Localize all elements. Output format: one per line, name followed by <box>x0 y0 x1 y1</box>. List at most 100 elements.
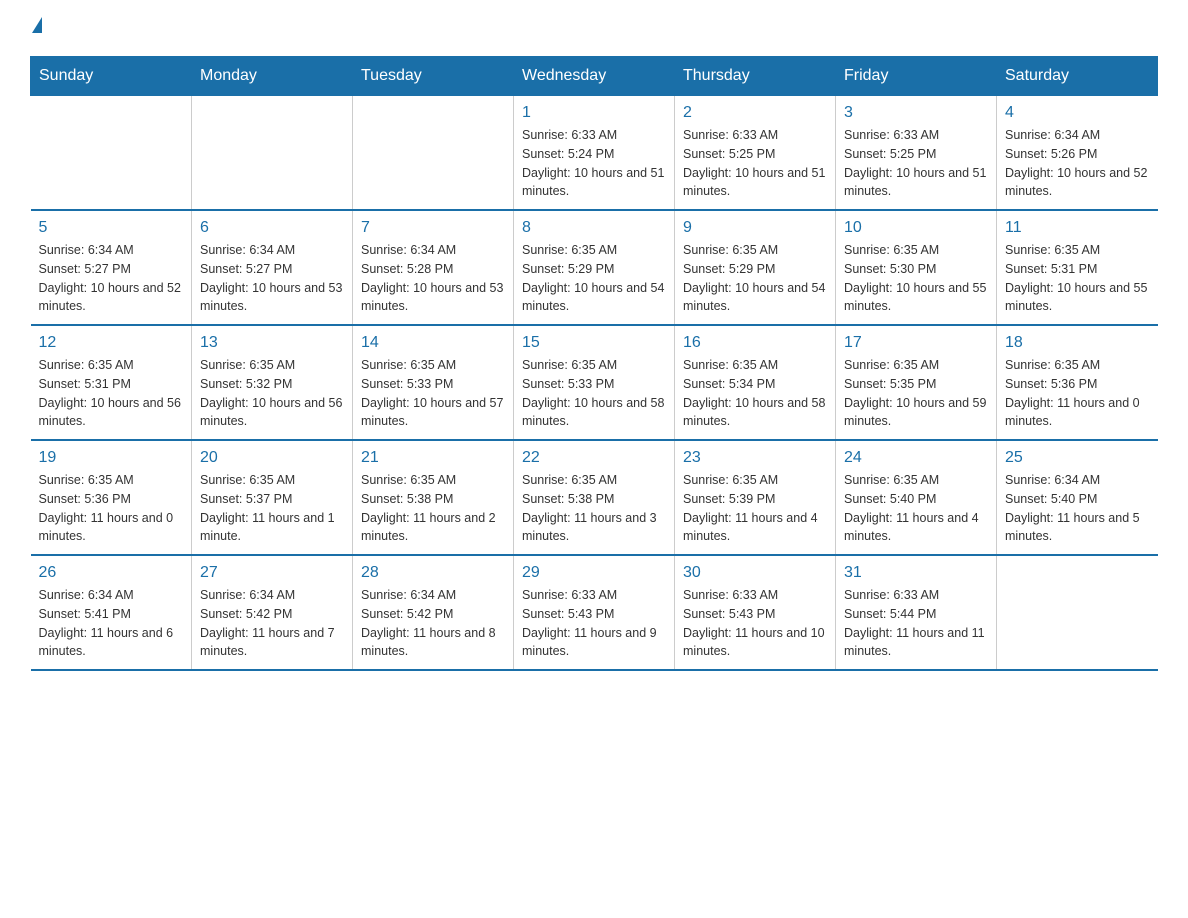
calendar-cell: 19 Sunrise: 6:35 AM Sunset: 5:36 PM Dayli… <box>31 440 192 555</box>
calendar-cell: 9Sunrise: 6:35 AM Sunset: 5:29 PM Daylig… <box>675 210 836 325</box>
day-number: 1 <box>522 104 666 122</box>
calendar-cell: 17 Sunrise: 6:35 AM Sunset: 5:35 PM Dayli… <box>836 325 997 440</box>
day-number: 19 <box>39 449 184 467</box>
day-number: 6 <box>200 219 344 237</box>
day-number: 11 <box>1005 219 1150 237</box>
day-info: Sunrise: 6:34 AM Sunset: 5:28 PM Dayligh… <box>361 241 505 316</box>
calendar-cell: 12Sunrise: 6:35 AM Sunset: 5:31 PM Dayli… <box>31 325 192 440</box>
calendar-cell: 5 Sunrise: 6:34 AM Sunset: 5:27 PM Daylig… <box>31 210 192 325</box>
calendar-cell: 21 Sunrise: 6:35 AM Sunset: 5:38 PM Dayli… <box>353 440 514 555</box>
day-number: 10 <box>844 219 988 237</box>
day-number: 31 <box>844 564 988 582</box>
day-number: 21 <box>361 449 505 467</box>
calendar-cell: 14 Sunrise: 6:35 AM Sunset: 5:33 PM Dayli… <box>353 325 514 440</box>
day-number: 27 <box>200 564 344 582</box>
logo <box>30 20 42 36</box>
day-info: Sunrise: 6:35 AM Sunset: 5:32 PM Dayligh… <box>200 356 344 431</box>
calendar-table: SundayMondayTuesdayWednesdayThursdayFrid… <box>30 56 1158 671</box>
calendar-cell: 3 Sunrise: 6:33 AM Sunset: 5:25 PM Daylig… <box>836 96 997 211</box>
calendar-cell: 11 Sunrise: 6:35 AM Sunset: 5:31 PM Dayli… <box>997 210 1158 325</box>
calendar-week-row: 12Sunrise: 6:35 AM Sunset: 5:31 PM Dayli… <box>31 325 1158 440</box>
calendar-cell: 8 Sunrise: 6:35 AM Sunset: 5:29 PM Daylig… <box>514 210 675 325</box>
day-info: Sunrise: 6:35 AM Sunset: 5:36 PM Dayligh… <box>39 471 184 546</box>
day-number: 13 <box>200 334 344 352</box>
day-number: 12 <box>39 334 184 352</box>
day-info: Sunrise: 6:35 AM Sunset: 5:34 PM Dayligh… <box>683 356 827 431</box>
calendar-cell: 15 Sunrise: 6:35 AM Sunset: 5:33 PM Dayli… <box>514 325 675 440</box>
calendar-cell <box>31 96 192 211</box>
day-info: Sunrise: 6:34 AM Sunset: 5:40 PM Dayligh… <box>1005 471 1150 546</box>
day-info: Sunrise: 6:35 AM Sunset: 5:38 PM Dayligh… <box>361 471 505 546</box>
calendar-cell: 16Sunrise: 6:35 AM Sunset: 5:34 PM Dayli… <box>675 325 836 440</box>
calendar-week-row: 26Sunrise: 6:34 AM Sunset: 5:41 PM Dayli… <box>31 555 1158 670</box>
day-number: 4 <box>1005 104 1150 122</box>
calendar-header: SundayMondayTuesdayWednesdayThursdayFrid… <box>31 57 1158 96</box>
calendar-cell: 13 Sunrise: 6:35 AM Sunset: 5:32 PM Dayli… <box>192 325 353 440</box>
day-number: 5 <box>39 219 184 237</box>
day-info: Sunrise: 6:35 AM Sunset: 5:38 PM Dayligh… <box>522 471 666 546</box>
page-header <box>30 20 1158 36</box>
day-info: Sunrise: 6:33 AM Sunset: 5:43 PM Dayligh… <box>683 586 827 661</box>
day-info: Sunrise: 6:34 AM Sunset: 5:42 PM Dayligh… <box>361 586 505 661</box>
day-number: 26 <box>39 564 184 582</box>
day-of-week-header: Saturday <box>997 57 1158 96</box>
calendar-cell: 29 Sunrise: 6:33 AM Sunset: 5:43 PM Dayli… <box>514 555 675 670</box>
day-number: 28 <box>361 564 505 582</box>
day-info: Sunrise: 6:35 AM Sunset: 5:33 PM Dayligh… <box>522 356 666 431</box>
calendar-cell: 4 Sunrise: 6:34 AM Sunset: 5:26 PM Daylig… <box>997 96 1158 211</box>
calendar-week-row: 5 Sunrise: 6:34 AM Sunset: 5:27 PM Daylig… <box>31 210 1158 325</box>
day-info: Sunrise: 6:35 AM Sunset: 5:36 PM Dayligh… <box>1005 356 1150 431</box>
day-info: Sunrise: 6:34 AM Sunset: 5:42 PM Dayligh… <box>200 586 344 661</box>
day-info: Sunrise: 6:35 AM Sunset: 5:29 PM Dayligh… <box>522 241 666 316</box>
calendar-week-row: 1Sunrise: 6:33 AM Sunset: 5:24 PM Daylig… <box>31 96 1158 211</box>
calendar-week-row: 19 Sunrise: 6:35 AM Sunset: 5:36 PM Dayli… <box>31 440 1158 555</box>
day-number: 18 <box>1005 334 1150 352</box>
day-of-week-header: Tuesday <box>353 57 514 96</box>
day-info: Sunrise: 6:35 AM Sunset: 5:35 PM Dayligh… <box>844 356 988 431</box>
day-number: 14 <box>361 334 505 352</box>
day-number: 17 <box>844 334 988 352</box>
calendar-cell: 20Sunrise: 6:35 AM Sunset: 5:37 PM Dayli… <box>192 440 353 555</box>
calendar-body: 1Sunrise: 6:33 AM Sunset: 5:24 PM Daylig… <box>31 96 1158 671</box>
day-number: 2 <box>683 104 827 122</box>
day-number: 24 <box>844 449 988 467</box>
day-info: Sunrise: 6:33 AM Sunset: 5:25 PM Dayligh… <box>844 126 988 201</box>
day-number: 22 <box>522 449 666 467</box>
day-of-week-header: Wednesday <box>514 57 675 96</box>
day-of-week-header: Monday <box>192 57 353 96</box>
day-number: 29 <box>522 564 666 582</box>
day-info: Sunrise: 6:34 AM Sunset: 5:27 PM Dayligh… <box>39 241 184 316</box>
calendar-cell: 10Sunrise: 6:35 AM Sunset: 5:30 PM Dayli… <box>836 210 997 325</box>
calendar-cell <box>353 96 514 211</box>
day-number: 7 <box>361 219 505 237</box>
day-number: 23 <box>683 449 827 467</box>
calendar-cell: 7 Sunrise: 6:34 AM Sunset: 5:28 PM Daylig… <box>353 210 514 325</box>
day-info: Sunrise: 6:34 AM Sunset: 5:26 PM Dayligh… <box>1005 126 1150 201</box>
day-info: Sunrise: 6:35 AM Sunset: 5:31 PM Dayligh… <box>1005 241 1150 316</box>
calendar-cell: 23 Sunrise: 6:35 AM Sunset: 5:39 PM Dayli… <box>675 440 836 555</box>
logo-triangle-icon <box>32 17 42 33</box>
day-info: Sunrise: 6:35 AM Sunset: 5:33 PM Dayligh… <box>361 356 505 431</box>
day-number: 25 <box>1005 449 1150 467</box>
day-of-week-header: Friday <box>836 57 997 96</box>
day-number: 15 <box>522 334 666 352</box>
calendar-cell: 24Sunrise: 6:35 AM Sunset: 5:40 PM Dayli… <box>836 440 997 555</box>
day-header-row: SundayMondayTuesdayWednesdayThursdayFrid… <box>31 57 1158 96</box>
day-of-week-header: Sunday <box>31 57 192 96</box>
day-number: 3 <box>844 104 988 122</box>
calendar-cell: 26Sunrise: 6:34 AM Sunset: 5:41 PM Dayli… <box>31 555 192 670</box>
calendar-cell: 2Sunrise: 6:33 AM Sunset: 5:25 PM Daylig… <box>675 96 836 211</box>
calendar-cell: 31Sunrise: 6:33 AM Sunset: 5:44 PM Dayli… <box>836 555 997 670</box>
day-info: Sunrise: 6:35 AM Sunset: 5:29 PM Dayligh… <box>683 241 827 316</box>
calendar-cell: 22 Sunrise: 6:35 AM Sunset: 5:38 PM Dayli… <box>514 440 675 555</box>
day-number: 8 <box>522 219 666 237</box>
day-info: Sunrise: 6:33 AM Sunset: 5:43 PM Dayligh… <box>522 586 666 661</box>
day-info: Sunrise: 6:34 AM Sunset: 5:27 PM Dayligh… <box>200 241 344 316</box>
calendar-cell: 27 Sunrise: 6:34 AM Sunset: 5:42 PM Dayli… <box>192 555 353 670</box>
calendar-cell <box>192 96 353 211</box>
day-info: Sunrise: 6:35 AM Sunset: 5:37 PM Dayligh… <box>200 471 344 546</box>
calendar-cell: 25 Sunrise: 6:34 AM Sunset: 5:40 PM Dayli… <box>997 440 1158 555</box>
day-info: Sunrise: 6:35 AM Sunset: 5:39 PM Dayligh… <box>683 471 827 546</box>
day-number: 30 <box>683 564 827 582</box>
calendar-cell: 18 Sunrise: 6:35 AM Sunset: 5:36 PM Dayli… <box>997 325 1158 440</box>
